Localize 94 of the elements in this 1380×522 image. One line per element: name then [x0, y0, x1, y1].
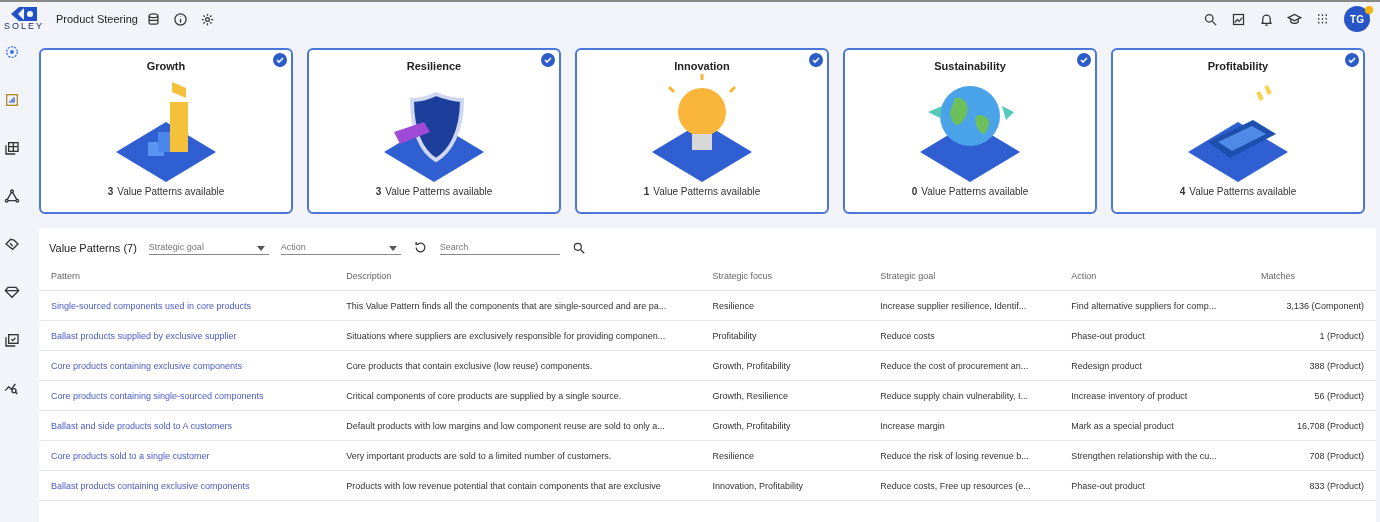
search-field[interactable]: Search [439, 240, 560, 255]
card-title: Sustainability [934, 60, 1006, 72]
table-cell: Critical components of core products are supplied by a single source. [346, 390, 622, 401]
table-title: Value Patterns (7) [49, 241, 137, 254]
table-cell: Redesign product [1071, 360, 1142, 371]
table-cell: 1 (Product) [1319, 330, 1364, 341]
apps-grid-icon[interactable] [1315, 11, 1330, 27]
diamond-icon[interactable] [4, 284, 20, 300]
table-cell: Reduce costs [880, 330, 935, 341]
column-header: Strategic goal [880, 270, 936, 281]
table-cell: Strengthen relationship with the cu... [1071, 450, 1217, 461]
table-cell: Growth, Profitability [712, 420, 791, 431]
card-caption: 4 Value Patterns available [1179, 186, 1297, 197]
table-cell: Resilience [712, 300, 754, 311]
table-cell: 56 (Product) [1314, 390, 1364, 401]
table-cell: 3,136 (Component) [1286, 300, 1364, 311]
category-card[interactable]: Profitability 4 Value Patterns available [1111, 48, 1365, 214]
check-icon [1077, 53, 1091, 67]
table-cell: Situations where suppliers are exclusively responsible for providing componen... [346, 330, 666, 341]
calendar-check-icon[interactable] [4, 332, 20, 348]
category-card[interactable]: Sustainability 0 Value Patterns available [843, 48, 1097, 214]
table-cell: Default products with low margins and low component reuse are sold to only a... [346, 420, 665, 431]
table-cell: Phase-out product [1071, 330, 1145, 341]
card-caption: 3 Value Patterns available [375, 186, 493, 197]
table-cell: Phase-out product [1071, 480, 1145, 491]
column-header: Action [1071, 270, 1097, 281]
column-header: Pattern [51, 270, 81, 281]
bar-chart-icon[interactable] [4, 92, 20, 108]
settings-icon[interactable] [199, 11, 215, 27]
card-title: Resilience [406, 60, 462, 72]
network-icon[interactable] [4, 188, 20, 204]
check-icon [809, 53, 823, 67]
caret-icon[interactable] [256, 246, 265, 251]
category-card[interactable]: Resilience 3 Value Patterns available [307, 48, 561, 214]
graduation-cap-icon[interactable] [1287, 11, 1302, 27]
table-cell: Mark as a special product [1071, 420, 1174, 431]
table-cell: Products with low revenue potential that contain components that are exclusive [346, 480, 661, 491]
category-card[interactable]: Growth 3 Value Patterns available [39, 48, 293, 214]
column-header: Matches [1260, 270, 1295, 281]
table-cell: Innovation, Profitability [712, 480, 803, 491]
card-title: Innovation [674, 60, 730, 72]
category-card[interactable]: Innovation 1 Value Patterns available [575, 48, 829, 214]
check-icon [273, 53, 287, 67]
table-cell: Find alternative suppliers for comp... [1071, 300, 1217, 311]
app-title: Product Steering [56, 13, 138, 25]
notifications-icon[interactable] [1259, 11, 1274, 27]
table-cell: Core products that contain exclusive (low reuse) components. [346, 360, 593, 371]
table-cell: Reduce the cost of procurement an... [880, 360, 1029, 371]
filter-dropdown[interactable]: Action [280, 240, 401, 255]
pattern-link[interactable]: Single-sourced components used in core products [51, 300, 252, 311]
table-cell: Reduce costs, Free up resources (e... [880, 480, 1031, 491]
card-title: Profitability [1207, 60, 1269, 72]
pattern-link[interactable]: Core products sold to a single customer [51, 450, 210, 461]
card-caption: 0 Value Patterns available [911, 186, 1029, 197]
target-icon[interactable] [4, 44, 20, 60]
table-cell: This Value Pattern finds all the components that are single-sourced and are pa... [346, 300, 667, 311]
table-cell: Growth, Resilience [712, 390, 788, 401]
search-icon[interactable] [1203, 11, 1218, 27]
image-board-icon[interactable] [1231, 11, 1246, 27]
card-title: Growth [146, 60, 186, 72]
pattern-link[interactable]: Ballast and side products sold to A customers [51, 420, 233, 431]
table-cell: 16,708 (Product) [1296, 420, 1364, 431]
table-cell: Very important products are sold to a limited number of customers. [346, 450, 612, 461]
pattern-link[interactable]: Core products containing single-sourced components [51, 390, 264, 401]
table-cell: Profitability [712, 330, 757, 341]
table-icon[interactable] [4, 140, 20, 156]
table-cell: Resilience [712, 450, 754, 461]
database-icon[interactable] [145, 11, 161, 27]
column-header: Strategic focus [712, 270, 772, 281]
check-icon [541, 53, 555, 67]
logo-icon [11, 7, 37, 21]
table-cell: 388 (Product) [1309, 360, 1364, 371]
pattern-link[interactable]: Ballast products supplied by exclusive supplier [51, 330, 237, 341]
check-icon [1345, 53, 1359, 67]
table-cell: 708 (Product) [1309, 450, 1364, 461]
search-icon[interactable] [571, 240, 586, 255]
user-avatar[interactable]: TG [1344, 6, 1370, 32]
table-cell: Growth, Profitability [712, 360, 791, 371]
table-cell: Increase margin [880, 420, 945, 431]
filter-dropdown[interactable]: Strategic goal [148, 240, 269, 255]
caret-icon[interactable] [388, 246, 397, 251]
table-cell: Reduce the risk of losing revenue b... [880, 450, 1029, 461]
table-cell: 833 (Product) [1309, 480, 1364, 491]
pattern-link[interactable]: Core products containing exclusive components [51, 360, 243, 371]
info-icon[interactable] [172, 11, 188, 27]
pattern-link[interactable]: Ballast products containing exclusive components [51, 480, 250, 491]
table-cell: Increase inventory of product [1071, 390, 1188, 401]
column-header: Description [346, 270, 392, 281]
table-cell: Reduce supply chain vulnerability, I... [880, 390, 1029, 401]
card-caption: 1 Value Patterns available [643, 186, 761, 197]
refresh-icon[interactable] [412, 240, 428, 255]
logo-text: SOLEY [4, 21, 44, 31]
table-cell: Increase supplier resilience, Identif... [880, 300, 1027, 311]
card-caption: 3 Value Patterns available [107, 186, 225, 197]
